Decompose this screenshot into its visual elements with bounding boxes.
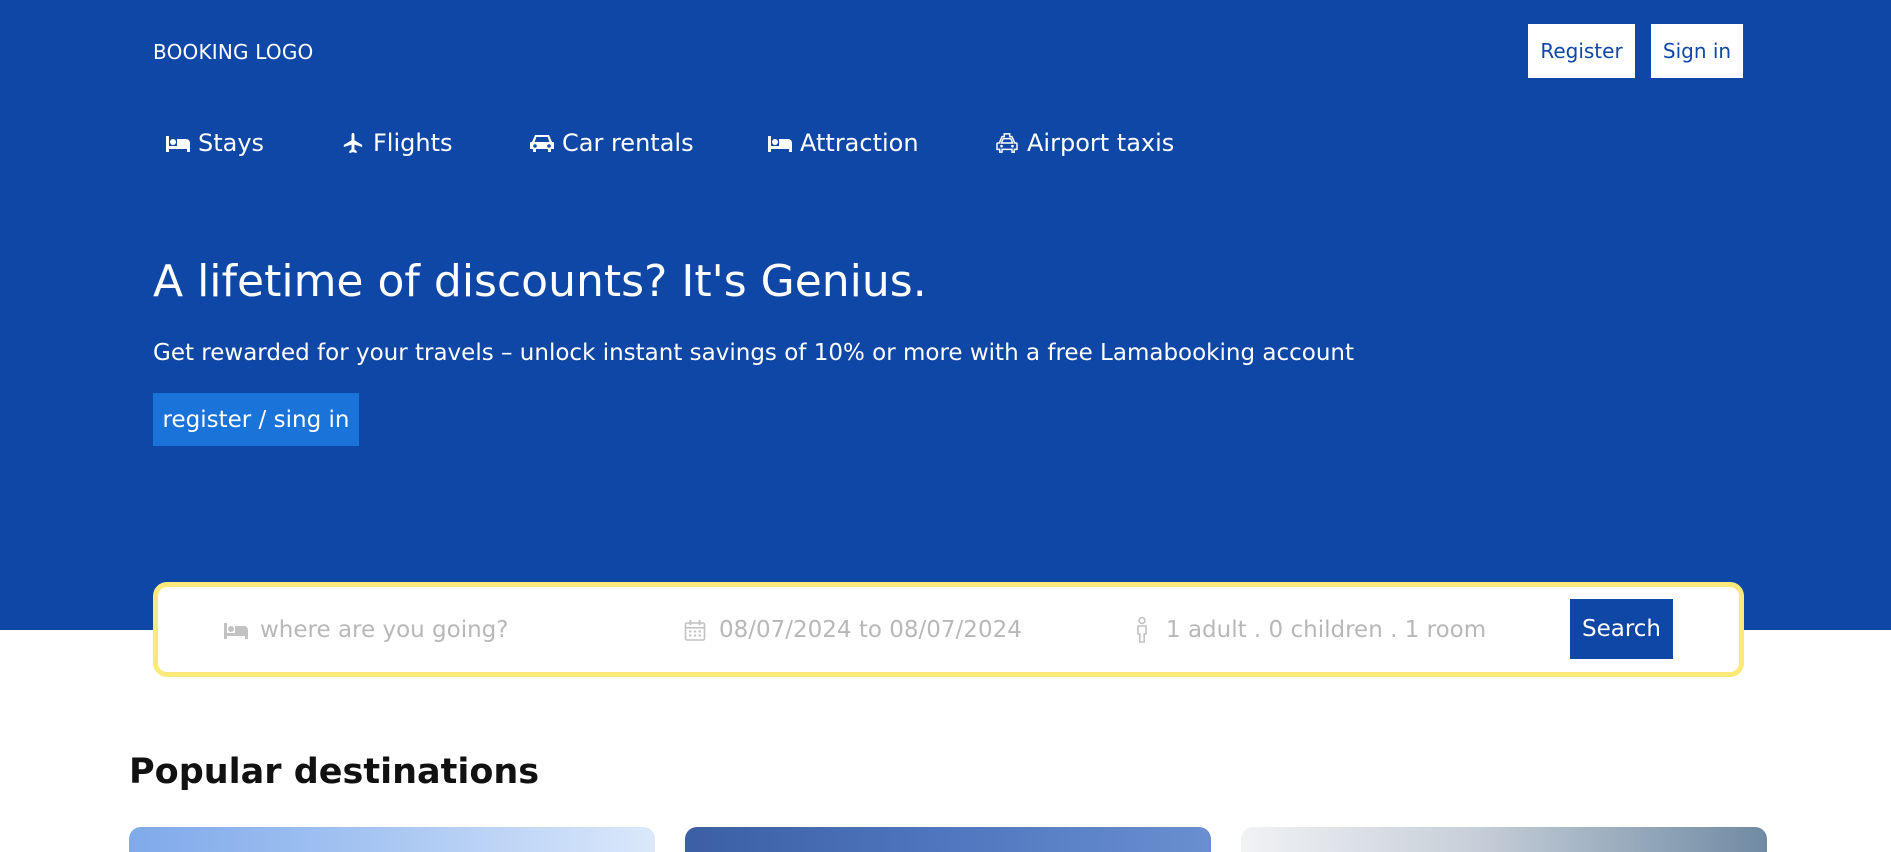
popular-destinations-title: Popular destinations (129, 752, 540, 792)
bed-icon (222, 616, 250, 644)
sign-in-button[interactable]: Sign in (1651, 24, 1743, 78)
date-range-field[interactable]: 08/07/2024 to 08/07/2024 (681, 587, 1022, 672)
hero-banner: BOOKING LOGO Register Sign in Stays Flig… (0, 0, 1891, 630)
taxi-icon (993, 131, 1021, 155)
hero-subtitle: Get rewarded for your travels – unlock i… (153, 340, 1355, 366)
nav-item-label: Airport taxis (1027, 129, 1175, 157)
register-sign-in-button[interactable]: register / sing in (153, 393, 359, 446)
nav-item-airport-taxis[interactable]: Airport taxis (993, 126, 1174, 160)
register-button[interactable]: Register (1528, 24, 1635, 78)
nav-item-label: Attraction (800, 129, 919, 157)
plane-icon (339, 131, 367, 155)
search-bar: 08/07/2024 to 08/07/2024 1 adult . 0 chi… (153, 582, 1744, 677)
destination-input[interactable] (260, 616, 600, 643)
nav-item-stays[interactable]: Stays (164, 126, 264, 160)
destination-card[interactable] (129, 827, 655, 852)
search-button[interactable]: Search (1570, 599, 1673, 659)
bed-icon (164, 131, 192, 155)
logo[interactable]: BOOKING LOGO (153, 40, 314, 64)
destination-field[interactable] (222, 587, 600, 672)
bed-icon (766, 131, 794, 155)
nav-item-car-rentals[interactable]: Car rentals (528, 126, 694, 160)
nav-item-label: Flights (373, 129, 453, 157)
destination-card[interactable] (1241, 827, 1767, 852)
car-icon (528, 131, 556, 155)
calendar-icon (681, 616, 709, 644)
nav-item-flights[interactable]: Flights (339, 126, 453, 160)
nav-item-attraction[interactable]: Attraction (766, 126, 919, 160)
date-range-text: 08/07/2024 to 08/07/2024 (719, 616, 1022, 643)
nav-item-label: Stays (198, 129, 265, 157)
nav-item-label: Car rentals (562, 129, 694, 157)
guests-field[interactable]: 1 adult . 0 children . 1 room (1128, 587, 1486, 672)
hero-title: A lifetime of discounts? It's Genius. (153, 256, 927, 307)
person-icon (1128, 616, 1156, 644)
destination-card[interactable] (685, 827, 1211, 852)
guests-text: 1 adult . 0 children . 1 room (1166, 616, 1487, 643)
